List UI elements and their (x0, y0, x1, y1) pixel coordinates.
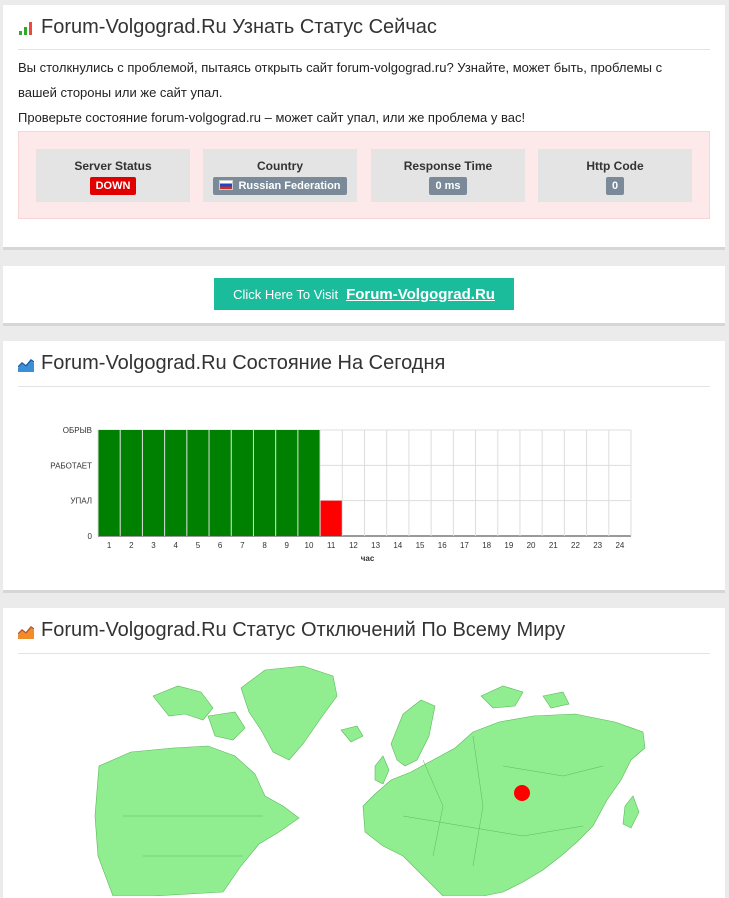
x-tick-label: 3 (151, 541, 156, 550)
response-time-badge: 0 ms (429, 177, 467, 195)
x-tick-label: 10 (305, 541, 314, 550)
x-tick-label: 13 (371, 541, 380, 550)
country-label: Country (257, 159, 303, 173)
x-tick-label: 11 (327, 541, 336, 550)
http-code-badge: 0 (605, 177, 625, 195)
y-tick-label: УПАЛ (70, 497, 92, 506)
status-panel-title: Forum-Volgograd.Ru Узнать Статус Сейчас (41, 15, 437, 38)
x-tick-label: 4 (174, 541, 179, 550)
x-tick-label: 2 (129, 541, 134, 550)
world-panel-title: Forum-Volgograd.Ru Статус Отключений По … (41, 619, 566, 641)
x-tick-label: 23 (593, 541, 602, 550)
status-panel: Forum-Volgograd.Ru Узнать Статус Сейчас … (3, 5, 725, 250)
server-status-label: Server Status (74, 159, 152, 173)
visit-prefix: Click Here To Visit (233, 286, 339, 302)
description-line-2: вашей стороны или же сайт упал. (18, 85, 223, 100)
visit-site-link: Forum-Volgograd.Ru (346, 285, 495, 303)
x-tick-label: 22 (571, 541, 580, 550)
x-tick-label: 7 (240, 541, 245, 550)
y-tick-label: 0 (88, 532, 93, 541)
x-tick-label: 15 (416, 541, 425, 550)
visit-panel: Click Here To Visit Forum-Volgograd.Ru (3, 266, 725, 326)
status-bar (120, 430, 142, 536)
world-panel-header: Forum-Volgograd.Ru Статус Отключений По … (17, 608, 710, 654)
outage-location-marker (514, 785, 530, 801)
world-panel: Forum-Volgograd.Ru Статус Отключений По … (3, 608, 725, 898)
world-outage-map (94, 665, 646, 896)
x-tick-label: 24 (615, 541, 624, 550)
description-line-1: Вы столкнулись с проблемой, пытаясь откр… (18, 60, 663, 75)
http-code-card: Http Code 0 (538, 149, 692, 202)
response-time-label: Response Time (403, 159, 493, 173)
x-tick-label: 8 (262, 541, 267, 550)
visit-site-button[interactable]: Click Here To Visit Forum-Volgograd.Ru (214, 278, 514, 310)
x-tick-label: 16 (438, 541, 447, 550)
signal-bars-icon (18, 19, 34, 35)
y-tick-label: РАБОТАЕТ (50, 461, 92, 470)
x-tick-label: 20 (527, 541, 536, 550)
http-code-label: Http Code (586, 159, 644, 173)
area-chart-icon (17, 356, 35, 372)
status-bar (142, 430, 165, 536)
status-bar (187, 430, 209, 536)
x-tick-label: 1 (107, 541, 112, 550)
response-time-card: Response Time 0 ms (371, 149, 525, 202)
today-panel: Forum-Volgograd.Ru Состояние На Сегодня … (3, 341, 725, 593)
server-status-badge: DOWN (89, 177, 137, 195)
x-tick-label: 14 (393, 541, 402, 550)
x-tick-label: 21 (549, 541, 558, 550)
status-bar (298, 430, 320, 536)
country-value: Russian Federation (238, 180, 341, 192)
status-bar (231, 430, 253, 536)
status-bar (253, 430, 276, 536)
description-line-3: Проверьте состояние forum-volgograd.ru –… (18, 110, 526, 125)
today-panel-header: Forum-Volgograd.Ru Состояние На Сегодня (17, 341, 710, 387)
status-bar (320, 500, 342, 536)
x-tick-label: 6 (218, 541, 223, 550)
russia-flag-icon (219, 180, 234, 190)
today-panel-title: Forum-Volgograd.Ru Состояние На Сегодня (41, 352, 446, 374)
x-tick-label: 17 (460, 541, 469, 550)
hourly-status-chart: 0УПАЛРАБОТАЕТОБРЫВ1 2 3 4 5 6 7 8 9 10 11 12 13 14 15 1… (50, 426, 632, 563)
x-tick-label: 9 (285, 541, 290, 550)
server-status-card: Server Status DOWN (36, 149, 190, 202)
x-tick-label: 12 (349, 541, 358, 550)
country-badge: Russian Federation (213, 177, 347, 195)
status-bar (98, 430, 120, 536)
country-card: Country Russian Federation (203, 149, 357, 202)
status-summary-box: Server Status DOWN Country Russian Feder… (18, 131, 710, 219)
x-axis-label: час (361, 554, 375, 563)
status-bar (276, 430, 298, 536)
status-bar (209, 430, 231, 536)
x-tick-label: 18 (482, 541, 491, 550)
x-tick-label: 5 (196, 541, 201, 550)
status-bar (165, 430, 187, 536)
status-panel-header: Forum-Volgograd.Ru Узнать Статус Сейчас (18, 5, 710, 50)
x-tick-label: 19 (504, 541, 513, 550)
area-chart-orange-icon (17, 623, 35, 639)
y-tick-label: ОБРЫВ (63, 426, 92, 435)
map-land (94, 665, 646, 896)
